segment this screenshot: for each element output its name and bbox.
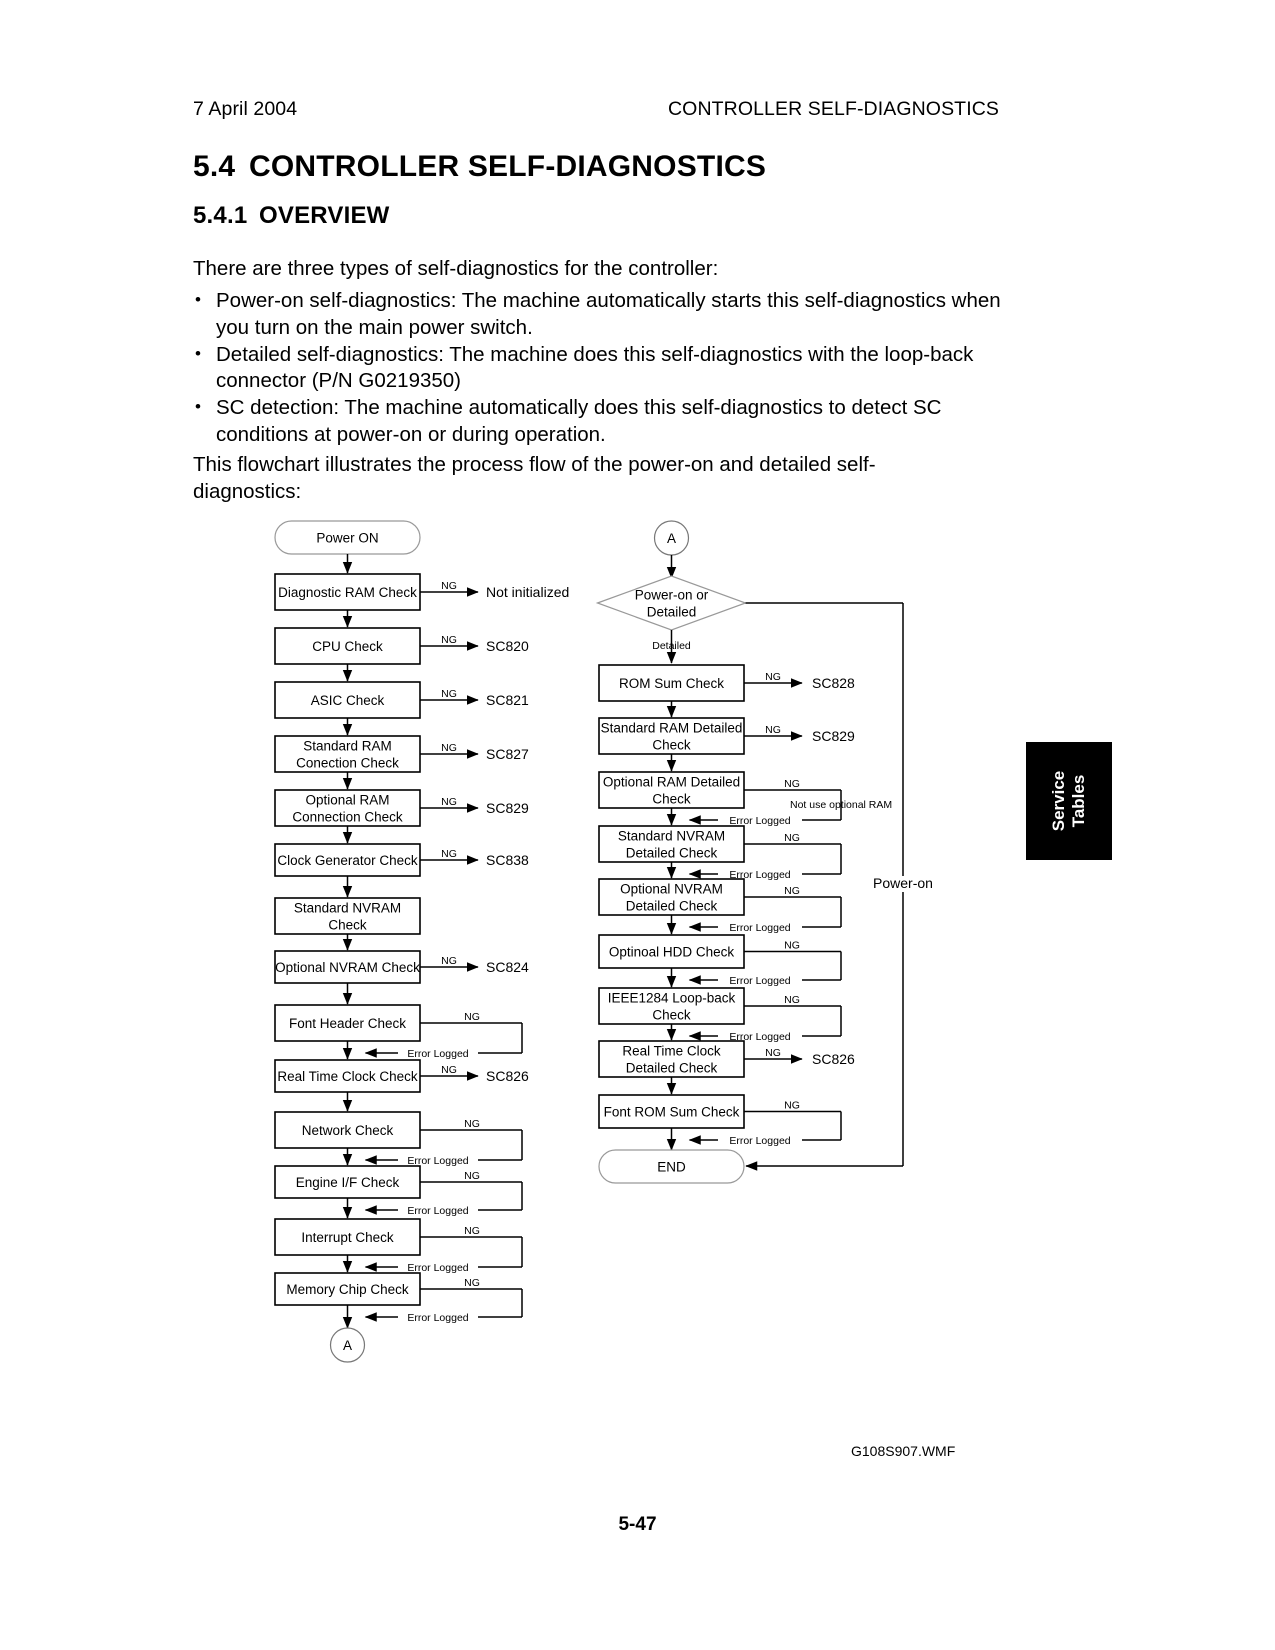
svg-text:Memory Chip Check: Memory Chip Check	[286, 1282, 409, 1297]
svg-text:Error Logged: Error Logged	[407, 1262, 468, 1274]
svg-text:Optional NVRAM Check: Optional NVRAM Check	[275, 960, 420, 975]
svg-text:NG: NG	[441, 848, 457, 860]
svg-text:Diagnostic RAM Check: Diagnostic RAM Check	[278, 585, 417, 600]
svg-text:Not initialized: Not initialized	[486, 584, 569, 600]
svg-text:NG: NG	[765, 724, 781, 736]
svg-text:SC828: SC828	[812, 675, 855, 691]
svg-text:Standard RAM Detailed: Standard RAM Detailed	[601, 721, 743, 736]
svg-text:NG: NG	[784, 832, 800, 844]
svg-text:SC838: SC838	[486, 852, 529, 868]
svg-text:SC826: SC826	[812, 1051, 855, 1067]
svg-text:NG: NG	[464, 1118, 480, 1130]
svg-text:Power ON: Power ON	[316, 531, 378, 546]
svg-text:NG: NG	[441, 580, 457, 592]
svg-text:SC820: SC820	[486, 638, 529, 654]
svg-text:SC824: SC824	[486, 959, 529, 975]
svg-text:NG: NG	[784, 1100, 800, 1112]
svg-text:Standard RAM: Standard RAM	[303, 739, 392, 754]
svg-text:Conection Check: Conection Check	[296, 756, 399, 771]
svg-text:NG: NG	[784, 940, 800, 952]
svg-text:NG: NG	[464, 1170, 480, 1182]
svg-text:Error Logged: Error Logged	[407, 1048, 468, 1060]
svg-text:Real Time Clock: Real Time Clock	[622, 1044, 721, 1059]
svg-text:Optional RAM: Optional RAM	[305, 793, 389, 808]
svg-text:Optinoal HDD Check: Optinoal HDD Check	[609, 945, 735, 960]
svg-text:NG: NG	[464, 1225, 480, 1237]
svg-text:Power-on or: Power-on or	[635, 588, 709, 603]
svg-text:Check: Check	[652, 738, 691, 753]
svg-text:Error Logged: Error Logged	[729, 922, 790, 934]
svg-text:Real Time Clock Check: Real Time Clock Check	[277, 1069, 418, 1084]
svg-text:Network Check: Network Check	[302, 1123, 394, 1138]
svg-text:NG: NG	[441, 796, 457, 808]
svg-text:Clock Generator Check: Clock Generator Check	[277, 853, 418, 868]
svg-text:NG: NG	[441, 742, 457, 754]
page-number: 5-47	[618, 1514, 657, 1535]
svg-text:Standard NVRAM: Standard NVRAM	[294, 901, 401, 916]
svg-text:SC827: SC827	[486, 746, 529, 762]
svg-text:Error Logged: Error Logged	[729, 1135, 790, 1147]
svg-text:Error Logged: Error Logged	[729, 975, 790, 987]
svg-text:ASIC Check: ASIC Check	[311, 693, 385, 708]
svg-text:Detailed: Detailed	[647, 605, 697, 620]
svg-text:Error Logged: Error Logged	[729, 869, 790, 881]
svg-text:Not use optional RAM: Not use optional RAM	[790, 799, 892, 811]
svg-text:Detailed Check: Detailed Check	[626, 846, 718, 861]
svg-text:NG: NG	[784, 994, 800, 1006]
svg-text:Detailed: Detailed	[652, 640, 691, 652]
svg-text:Interrupt Check: Interrupt Check	[301, 1230, 394, 1245]
svg-text:Font ROM Sum Check: Font ROM Sum Check	[604, 1105, 740, 1120]
svg-text:Error Logged: Error Logged	[729, 1031, 790, 1043]
svg-text:NG: NG	[464, 1277, 480, 1289]
svg-text:Error Logged: Error Logged	[729, 815, 790, 827]
svg-text:Standard NVRAM: Standard NVRAM	[618, 829, 725, 844]
svg-text:Optional NVRAM: Optional NVRAM	[620, 882, 723, 897]
svg-text:Power-on: Power-on	[873, 875, 933, 891]
svg-text:NG: NG	[765, 1047, 781, 1059]
svg-text:SC826: SC826	[486, 1068, 529, 1084]
svg-text:Error Logged: Error Logged	[407, 1312, 468, 1324]
svg-text:Error Logged: Error Logged	[407, 1205, 468, 1217]
svg-text:Check: Check	[652, 1008, 691, 1023]
svg-text:Connection Check: Connection Check	[292, 810, 403, 825]
svg-text:Check: Check	[328, 918, 367, 933]
svg-text:Font Header Check: Font Header Check	[289, 1016, 406, 1031]
self-diagnostics-flowchart: Power ON Diagnostic RAM Check NG Not initia…	[0, 0, 1275, 1650]
svg-text:NG: NG	[441, 634, 457, 646]
svg-text:Error Logged: Error Logged	[407, 1155, 468, 1167]
svg-text:NG: NG	[784, 885, 800, 897]
svg-text:Detailed Check: Detailed Check	[626, 1061, 718, 1076]
svg-text:NG: NG	[464, 1011, 480, 1023]
svg-text:Detailed Check: Detailed Check	[626, 899, 718, 914]
svg-text:Check: Check	[652, 792, 691, 807]
svg-text:SC829: SC829	[812, 728, 855, 744]
svg-text:IEEE1284 Loop-back: IEEE1284 Loop-back	[608, 991, 736, 1006]
svg-text:NG: NG	[441, 955, 457, 967]
svg-text:A: A	[667, 531, 676, 546]
svg-text:A: A	[343, 1338, 352, 1353]
svg-text:Engine I/F Check: Engine I/F Check	[296, 1175, 400, 1190]
svg-text:SC829: SC829	[486, 800, 529, 816]
svg-text:CPU Check: CPU Check	[312, 639, 383, 654]
figure-id: G108S907.WMF	[851, 1443, 956, 1459]
svg-text:NG: NG	[765, 671, 781, 683]
svg-text:END: END	[657, 1160, 686, 1175]
svg-text:NG: NG	[441, 1064, 457, 1076]
svg-text:ROM Sum Check: ROM Sum Check	[619, 676, 724, 691]
svg-text:NG: NG	[784, 778, 800, 790]
svg-text:SC821: SC821	[486, 692, 529, 708]
svg-text:NG: NG	[441, 688, 457, 700]
svg-text:Optional RAM Detailed: Optional RAM Detailed	[603, 775, 740, 790]
document-page: 7 April 2004 CONTROLLER SELF-DIAGNOSTICS…	[0, 0, 1275, 1650]
